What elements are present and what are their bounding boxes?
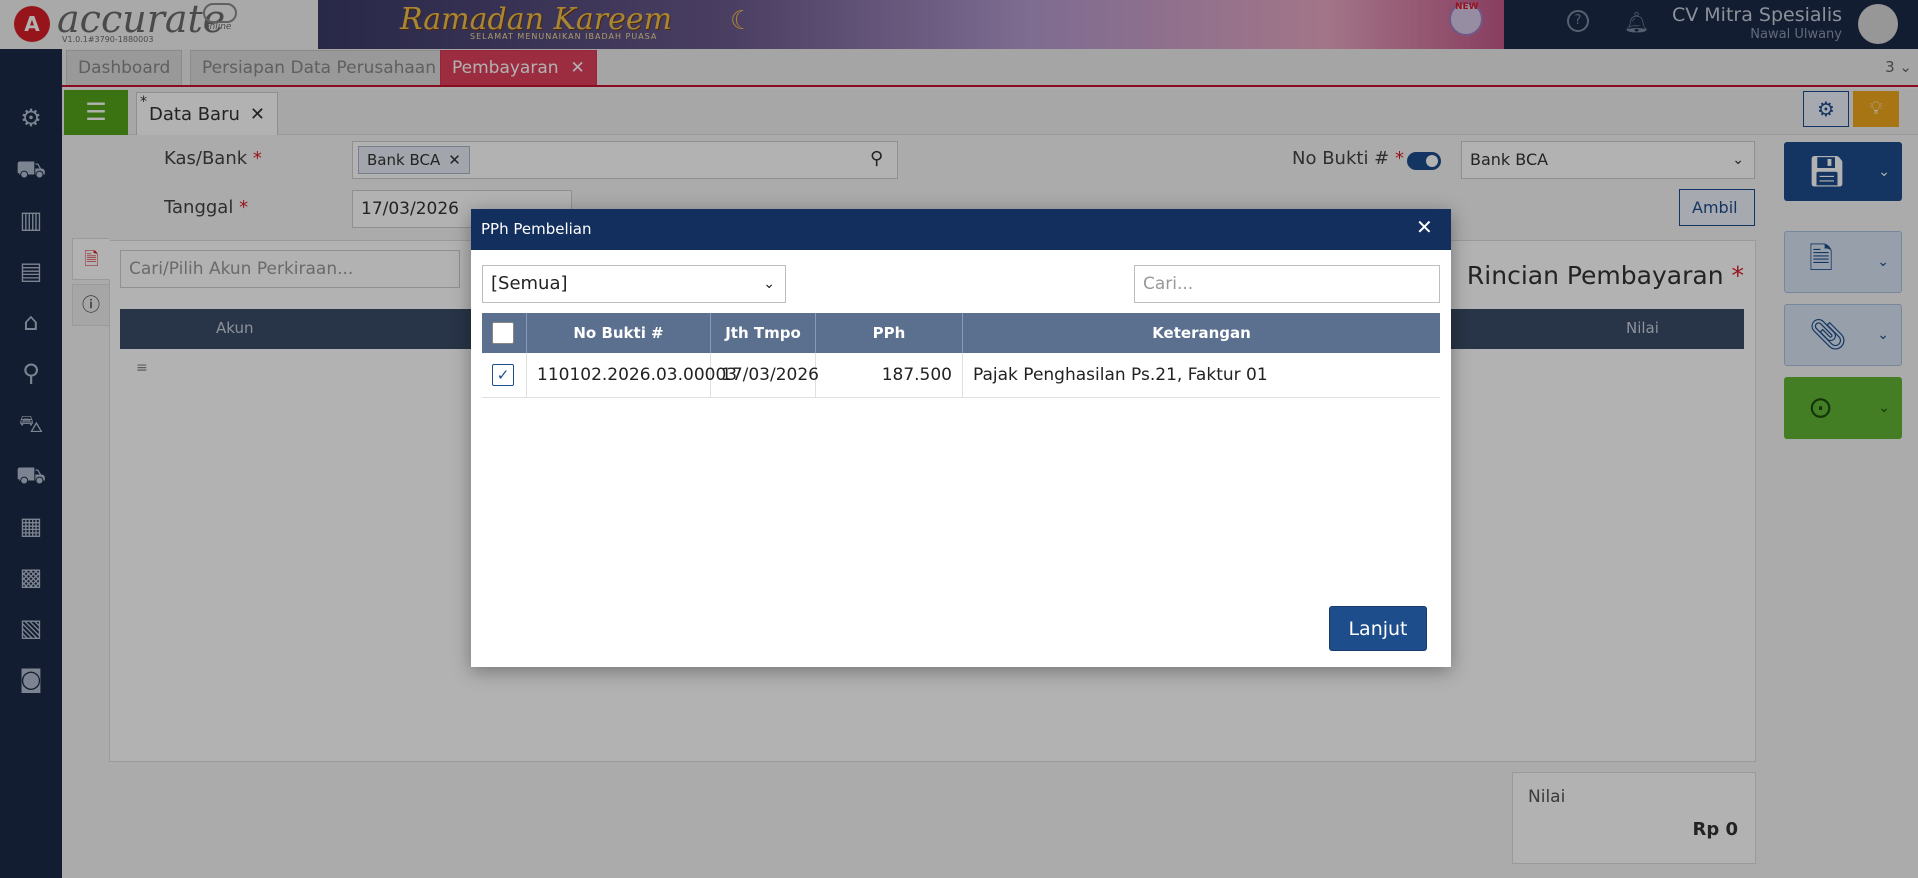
modal-title: PPh Pembelian	[481, 220, 592, 238]
cell-keterangan[interactable]: Pajak Penghasilan Ps.21, Faktur 01	[963, 353, 1440, 398]
close-icon[interactable]: ✕	[1416, 215, 1433, 239]
row-checkbox-cell: ✓	[482, 353, 527, 398]
pph-table: No Bukti # Jth Tmpo PPh PPh Keterangan ✓…	[482, 313, 1440, 590]
chevron-down-icon: ⌄	[763, 276, 775, 292]
column-no-bukti[interactable]: No Bukti #	[527, 313, 711, 353]
cell-jth-tmpo[interactable]: 17/03/2026	[711, 353, 819, 398]
column-jth-tmpo[interactable]: Jth Tmpo PPh	[711, 313, 816, 382]
select-all-cell	[482, 313, 527, 353]
search-input[interactable]: Cari...	[1134, 265, 1440, 303]
pph-modal: PPh Pembelian ✕ [Semua] ⌄ Cari... No Bukt…	[471, 209, 1451, 667]
filter-select-value: [Semua]	[491, 273, 568, 294]
lanjut-button[interactable]: Lanjut	[1329, 606, 1427, 651]
filter-select[interactable]: [Semua] ⌄	[482, 265, 786, 303]
cell-pph[interactable]: 187.500	[816, 353, 963, 398]
table-header: No Bukti # Jth Tmpo PPh PPh Keterangan	[482, 313, 1440, 382]
modal-header: PPh Pembelian ✕	[471, 209, 1451, 250]
column-pph[interactable]: PPh	[816, 313, 963, 353]
select-all-checkbox[interactable]	[492, 322, 514, 344]
row-checkbox[interactable]: ✓	[492, 364, 514, 386]
column-keterangan[interactable]: Keterangan	[963, 313, 1440, 353]
cell-no-bukti[interactable]: 110102.2026.03.00003	[527, 353, 737, 398]
modal-footer	[471, 590, 1451, 667]
